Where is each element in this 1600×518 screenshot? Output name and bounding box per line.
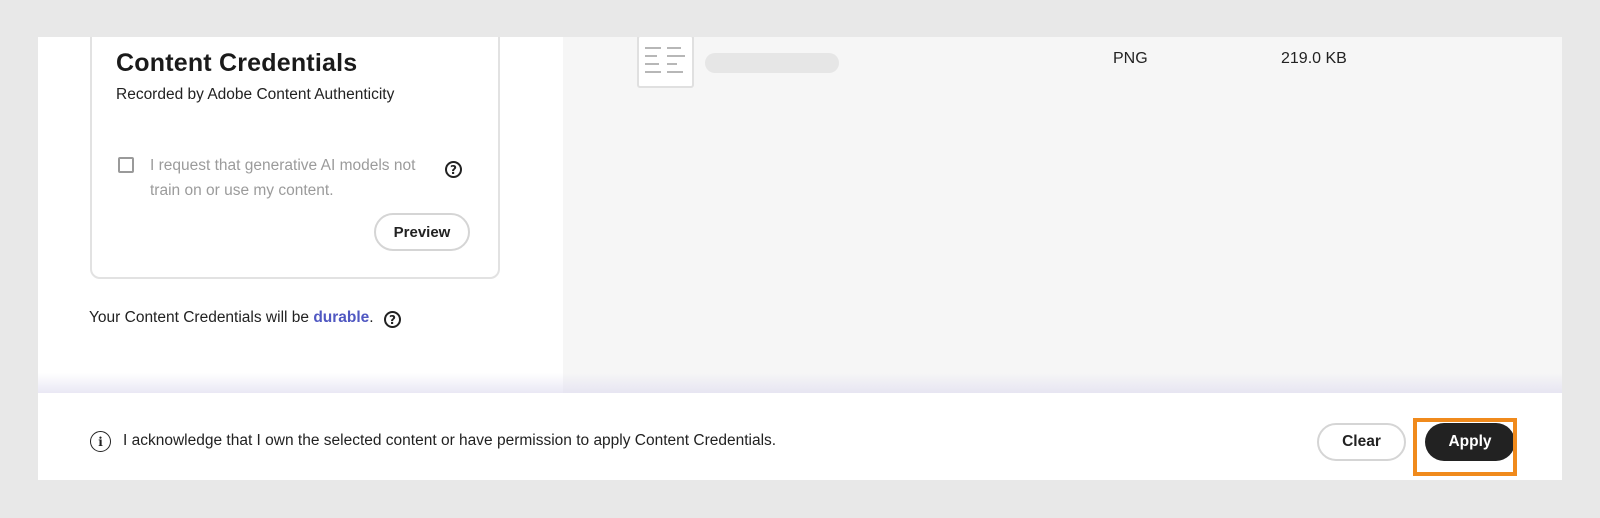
- ai-opt-out-checkbox[interactable]: [118, 157, 134, 173]
- info-icon: i: [90, 431, 111, 452]
- durability-help-icon[interactable]: ?: [384, 311, 401, 328]
- apply-button[interactable]: Apply: [1425, 423, 1515, 461]
- acknowledgement-text: I acknowledge that I own the selected co…: [123, 432, 777, 449]
- file-name-placeholder: [705, 53, 839, 73]
- footer-divider-shadow: [38, 373, 1562, 393]
- ai-opt-out-help-icon[interactable]: ?: [445, 161, 462, 178]
- durability-suffix: .: [369, 309, 374, 326]
- durability-prefix: Your Content Credentials will be: [89, 309, 314, 326]
- file-list-panel: PNG 219.0 KB: [563, 37, 1562, 393]
- file-size: 219.0 KB: [1281, 50, 1347, 67]
- durable-link[interactable]: durable: [313, 309, 369, 326]
- file-type: PNG: [1113, 50, 1148, 67]
- dialog-footer: i I acknowledge that I own the selected …: [38, 393, 1562, 480]
- durability-note: Your Content Credentials will be durable…: [89, 309, 374, 327]
- content-credentials-dialog: Content Credentials Recorded by Adobe Co…: [38, 37, 1562, 480]
- clear-button[interactable]: Clear: [1317, 423, 1406, 461]
- card-title: Content Credentials: [116, 49, 358, 77]
- credentials-settings-panel: Content Credentials Recorded by Adobe Co…: [38, 37, 563, 399]
- card-subtitle: Recorded by Adobe Content Authenticity: [116, 86, 395, 103]
- content-credentials-card: Content Credentials Recorded by Adobe Co…: [90, 37, 500, 279]
- preview-button[interactable]: Preview: [374, 213, 470, 251]
- ai-opt-out-label[interactable]: I request that generative AI models not …: [150, 153, 440, 203]
- file-thumbnail-icon: [637, 37, 694, 88]
